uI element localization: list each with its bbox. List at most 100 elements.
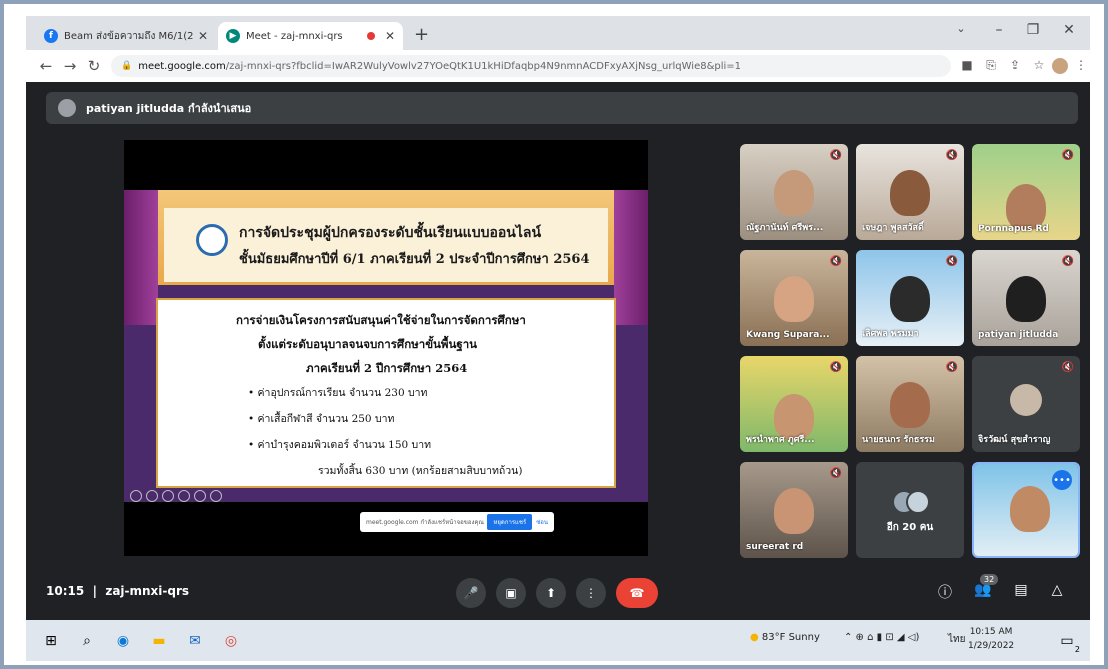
meeting-details: 10:15 | zaj-mnxi-qrs <box>46 584 190 598</box>
mic-off-icon: 🔇 <box>945 256 958 267</box>
meet-window: patiyan jitludda กำลังนำเสนอ การจัดประชุ… <box>26 82 1090 620</box>
restore-button[interactable]: ❐ <box>1018 22 1048 38</box>
tab-search-icon[interactable]: ⌄ <box>946 22 976 35</box>
chat-icon: ▤ <box>1014 582 1028 598</box>
slide-header: การจัดประชุมผู้ปกครองระดับชั้นเรียนแบบออ… <box>124 190 648 325</box>
participant-video <box>774 276 814 322</box>
participant-name: เจษฎา พูลสวัสดิ์ <box>862 223 924 233</box>
prev-slide-icon[interactable] <box>130 490 142 502</box>
weather-widget[interactable]: ● 83°F Sunny <box>750 632 820 643</box>
participant-tile[interactable]: 🔇 นายธนกร รักธรรม <box>856 356 964 452</box>
mic-off-icon: 🔇 <box>1061 362 1074 373</box>
participant-tile[interactable]: 🔇 พรนำพาศ ภูศรี... <box>740 356 848 452</box>
address-bar-row: ← → ↻ 🔒 meet.google.com /zaj-mnxi-qrs?fb… <box>26 50 1090 83</box>
more-icon[interactable] <box>210 490 222 502</box>
tab-beam[interactable]: f Beam ส่งข้อความถึง M6/1(2564)💜 ✕ <box>36 22 216 50</box>
recording-icon <box>366 32 375 40</box>
menu-kebab-icon[interactable]: ⋮ <box>1072 58 1090 72</box>
school-logo <box>196 224 228 256</box>
slide-controls[interactable] <box>130 490 222 502</box>
participant-tile[interactable]: 🔇 เลิศพล พรมมา <box>856 250 964 346</box>
slide-title-2: ชั้นมัธยมศึกษาปีที่ 6/1 ภาคเรียนที่ 2 ปร… <box>239 252 590 267</box>
pointer-icon[interactable] <box>178 490 190 502</box>
folder-icon: ▬ <box>152 633 166 649</box>
present-button[interactable]: ⬆ <box>536 578 566 608</box>
chrome-button[interactable]: ◎ <box>220 630 242 652</box>
zoom-icon[interactable] <box>194 490 206 502</box>
mic-off-icon: 🔇 <box>945 150 958 161</box>
translate-icon[interactable]: ⎘ <box>982 58 1000 73</box>
participant-tile[interactable]: 🔇 เจษฎา พูลสวัสดิ์ <box>856 144 964 240</box>
meeting-code: zaj-mnxi-qrs <box>105 584 190 598</box>
back-button[interactable]: ← <box>36 57 56 75</box>
camera-indicator-icon[interactable]: ■ <box>958 58 976 72</box>
microphone-button[interactable]: 🎤 <box>456 578 486 608</box>
hide-notice-button[interactable]: ซ่อน <box>536 517 548 527</box>
mail-button[interactable]: ✉ <box>184 630 206 652</box>
minimize-button[interactable]: – <box>984 22 1014 38</box>
people-count-badge: 32 <box>980 574 999 585</box>
clock-time: 10:15 AM <box>969 627 1013 637</box>
info-icon: ⓘ <box>938 585 952 601</box>
profile-avatar[interactable] <box>1052 58 1068 74</box>
participant-name: พรนำพาศ ภูศรี... <box>746 435 815 445</box>
bookmark-star-icon[interactable]: ☆ <box>1030 58 1048 72</box>
input-language[interactable]: ไทย <box>948 632 965 647</box>
participant-avatars <box>892 490 930 514</box>
search-button[interactable]: ⌕ <box>76 630 98 652</box>
url-input[interactable]: 🔒 meet.google.com /zaj-mnxi-qrs?fbclid=I… <box>111 55 951 77</box>
people-button[interactable]: 👥 32 <box>972 574 999 598</box>
participant-tile[interactable]: 🔇 Kwang Supara... <box>740 250 848 346</box>
close-window-button[interactable]: ✕ <box>1054 22 1084 38</box>
close-icon[interactable]: ✕ <box>385 29 395 43</box>
stop-sharing-button[interactable]: หยุดการแชร์ <box>487 514 533 530</box>
screenshot-frame: f Beam ส่งข้อความถึง M6/1(2564)💜 ✕ ▶ Mee… <box>0 0 1108 669</box>
participant-video <box>890 276 930 322</box>
new-tab-button[interactable]: + <box>414 24 429 45</box>
system-tray-icons[interactable]: ⌃ ⊕ ⌂ ▮ ⊡ ◢ ◁) <box>844 632 919 643</box>
presenter-text: patiyan jitludda กำลังนำเสนอ <box>86 102 252 115</box>
forward-button[interactable]: → <box>60 57 80 75</box>
share-notice-text: meet.google.com กำลังแชร์หน้าจอของคุณ <box>366 519 484 526</box>
activities-button[interactable]: △ <box>1046 582 1068 598</box>
pen-icon[interactable] <box>162 490 174 502</box>
more-options-icon[interactable]: ••• <box>1052 470 1072 490</box>
more-options-button[interactable]: ⋮ <box>576 578 606 608</box>
more-participants-tile[interactable]: อีก 20 คน <box>856 462 964 558</box>
notifications-button[interactable]: ▭ 2 <box>1056 630 1080 654</box>
tab-meet[interactable]: ▶ Meet - zaj-mnxi-qrs ✕ <box>218 22 403 50</box>
clock[interactable]: 10:15 AM 1/29/2022 <box>968 625 1014 653</box>
tab-title: Meet - zaj-mnxi-qrs <box>246 30 343 42</box>
participant-name: นายธนกร รักธรรม <box>862 435 935 445</box>
participant-video <box>890 170 930 216</box>
more-vert-icon: ⋮ <box>585 586 597 600</box>
participant-tile[interactable]: 🔇 Pornnapus Rd <box>972 144 1080 240</box>
next-slide-icon[interactable] <box>146 490 158 502</box>
share-icon[interactable]: ⇪ <box>1006 58 1024 72</box>
participant-tile[interactable]: 🔇 sureerat rd <box>740 462 848 558</box>
participant-tile[interactable]: 🔇 ณัฐภานันท์ ศรีพร... <box>740 144 848 240</box>
participant-tile[interactable]: 🔇 จิรวัฒน์ สุขสำราญ <box>972 356 1080 452</box>
start-button[interactable]: ⊞ <box>40 630 62 652</box>
participant-tile[interactable]: 🔇 patiyan jitludda <box>972 250 1080 346</box>
windows-icon: ⊞ <box>45 633 57 649</box>
close-icon[interactable]: ✕ <box>198 29 208 43</box>
edge-button[interactable]: ◉ <box>112 630 134 652</box>
box-heading-3: ภาคเรียนที่ 2 ปีการศึกษา 2564 <box>306 361 468 375</box>
presentation-stage[interactable]: การจัดประชุมผู้ปกครองระดับชั้นเรียนแบบออ… <box>124 140 648 556</box>
slide-title-1: การจัดประชุมผู้ปกครองระดับชั้นเรียนแบบออ… <box>239 225 542 241</box>
meeting-info-button[interactable]: ⓘ <box>934 582 956 602</box>
chat-button[interactable]: ▤ <box>1010 582 1032 598</box>
participant-name: Pornnapus Rd <box>978 224 1049 234</box>
mic-off-icon: 🔇 <box>1061 150 1074 161</box>
reload-button[interactable]: ↻ <box>84 57 104 75</box>
edge-icon: ◉ <box>116 633 130 649</box>
file-explorer-button[interactable]: ▬ <box>148 630 170 652</box>
participant-video <box>1006 276 1046 322</box>
leave-call-button[interactable]: ☎ <box>616 578 658 608</box>
more-participants-label: อีก 20 คน <box>886 522 934 533</box>
meeting-time: 10:15 <box>46 584 85 598</box>
search-icon: ⌕ <box>83 633 91 649</box>
camera-button[interactable]: ▣ <box>496 578 526 608</box>
self-view-tile[interactable]: ••• <box>972 462 1080 558</box>
